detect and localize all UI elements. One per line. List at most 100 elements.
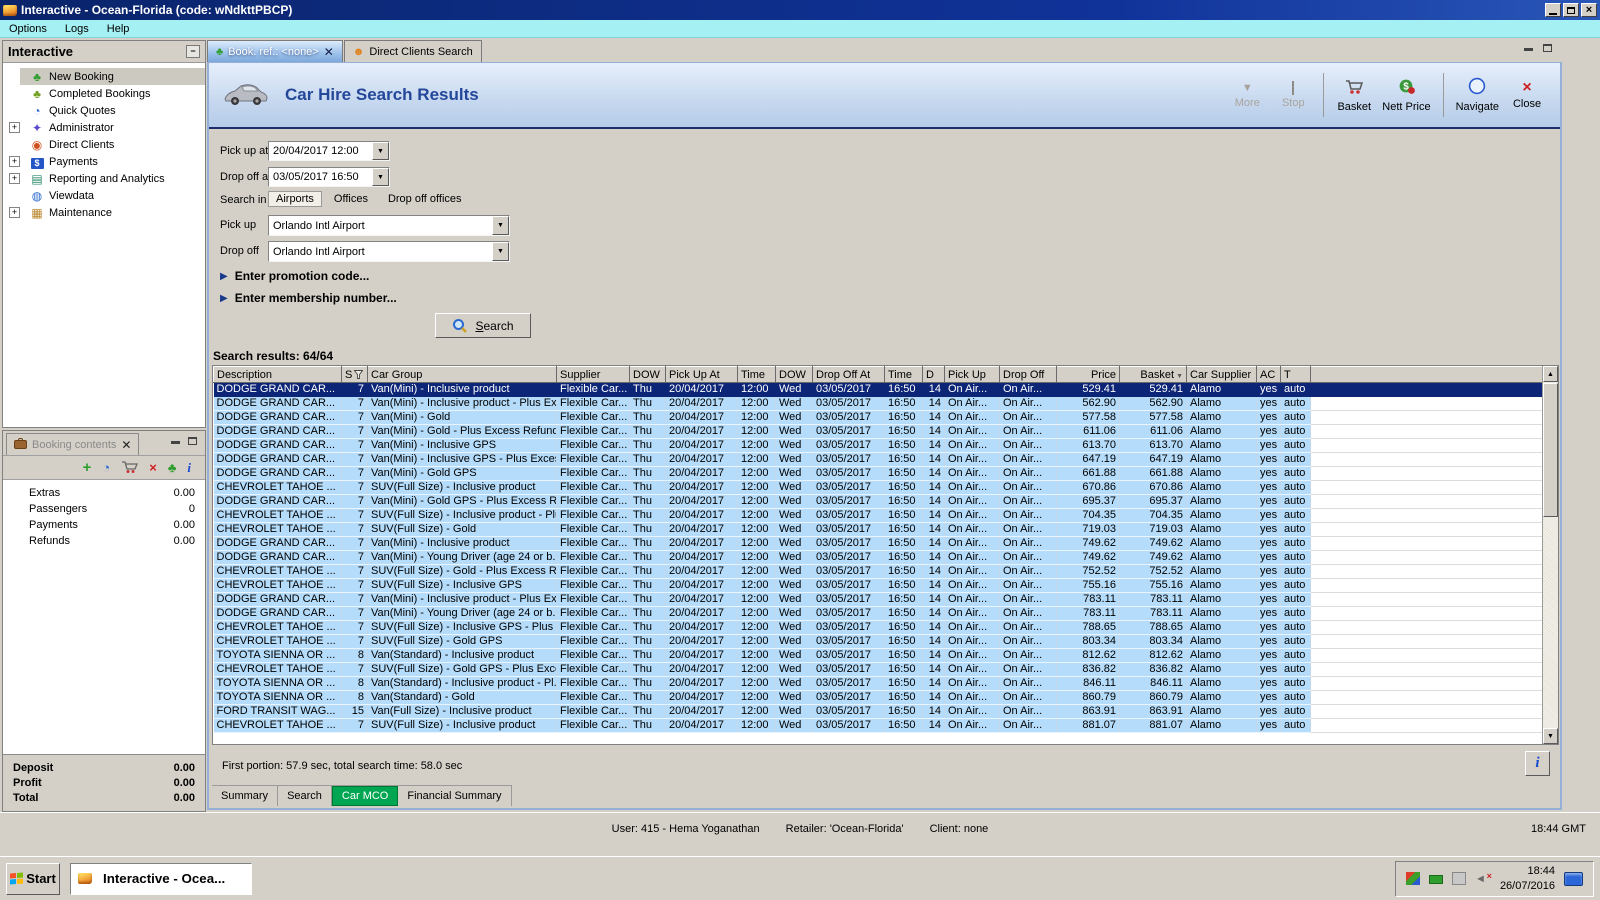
table-row[interactable]: FORD TRANSIT WAG... 15 Van(Full Size) - In…: [213, 704, 1545, 719]
column-header-dow-4[interactable]: DOW: [629, 366, 666, 383]
column-header-s-1[interactable]: S: [341, 366, 368, 383]
sidebar-item-quick-quotes[interactable]: ◔ Quick Quotes: [3, 102, 205, 119]
dropoff-at-field[interactable]: 03/05/2017 16:50 ▼: [268, 167, 390, 187]
sidebar-item-completed-bookings[interactable]: ♣ Completed Bookings: [3, 85, 205, 102]
close-button[interactable]: ×: [1581, 3, 1597, 17]
column-header-drop-off-at-8[interactable]: Drop Off At: [812, 366, 885, 383]
column-header-time-6[interactable]: Time: [737, 366, 776, 383]
column-header-t-17[interactable]: T: [1280, 366, 1311, 383]
column-header-car-supplier-15[interactable]: Car Supplier: [1186, 366, 1257, 383]
column-header-dow-7[interactable]: DOW: [775, 366, 813, 383]
table-row[interactable]: DODGE GRAND CAR... 7 Van(Mini) - Young Dri…: [213, 550, 1545, 565]
table-row[interactable]: DODGE GRAND CAR... 7 Van(Mini) - Gold GPS F…: [213, 466, 1545, 481]
search-in-option-airports[interactable]: Airports: [268, 191, 322, 207]
table-row[interactable]: CHEVROLET TAHOE ... 7 SUV(Full Size) - Inc…: [213, 508, 1545, 523]
membership-number-expander[interactable]: ▶ Enter membership number...: [220, 291, 397, 305]
column-header-description-0[interactable]: Description: [213, 366, 342, 383]
sidebar-item-maintenance[interactable]: + ▦ Maintenance: [3, 204, 205, 221]
show-desktop-icon[interactable]: [1564, 871, 1583, 886]
expand-icon[interactable]: +: [9, 122, 20, 133]
new-booking-icon[interactable]: ♣: [168, 461, 177, 474]
column-header-supplier-3[interactable]: Supplier: [556, 366, 630, 383]
navigate-button[interactable]: Navigate: [1451, 70, 1504, 120]
table-row[interactable]: TOYOTA SIENNA OR ... 8 Van(Standard) - Gol…: [213, 690, 1545, 705]
table-row[interactable]: DODGE GRAND CAR... 7 Van(Mini) - Gold Flexi…: [213, 410, 1545, 425]
view-tab-financial-summary[interactable]: Financial Summary: [398, 786, 512, 806]
antivirus-tray-icon[interactable]: [1405, 872, 1420, 885]
pickup-at-dropdown-button[interactable]: ▼: [372, 142, 389, 160]
search-in-option-offices[interactable]: Offices: [326, 191, 376, 207]
sidebar-item-viewdata[interactable]: ◍ Viewdata: [3, 187, 205, 204]
restore-panel-icon[interactable]: [1543, 44, 1552, 52]
table-row[interactable]: CHEVROLET TAHOE ... 7 SUV(Full Size) - Gol…: [213, 634, 1545, 649]
menu-help[interactable]: Help: [98, 20, 139, 37]
column-header-car-group-2[interactable]: Car Group: [367, 366, 557, 383]
close-tab-icon[interactable]: ✕: [324, 45, 334, 59]
column-header-d-10[interactable]: D: [922, 366, 945, 383]
table-row[interactable]: DODGE GRAND CAR... 7 Van(Mini) - Inclusive…: [213, 396, 1545, 411]
table-row[interactable]: DODGE GRAND CAR... 7 Van(Mini) - Inclusive…: [213, 592, 1545, 607]
taskbar-app-button[interactable]: Interactive - Ocea...: [70, 862, 252, 895]
view-tab-summary[interactable]: Summary: [212, 786, 279, 806]
minimize-panel-icon[interactable]: [171, 441, 180, 444]
menu-logs[interactable]: Logs: [56, 20, 98, 37]
scroll-up-button[interactable]: ▲: [1543, 366, 1558, 382]
nett-price-button[interactable]: $ Nett Price: [1377, 70, 1435, 120]
sidebar-item-new-booking[interactable]: ♣ New Booking: [3, 68, 205, 85]
search-in-option-drop-off-offices[interactable]: Drop off offices: [380, 191, 470, 207]
quote-icon[interactable]: ◔: [102, 461, 110, 474]
column-header-pick-up-11[interactable]: Pick Up: [944, 366, 1000, 383]
column-header-time-9[interactable]: Time: [884, 366, 923, 383]
table-row[interactable]: CHEVROLET TAHOE ... 7 SUV(Full Size) - Gol…: [213, 662, 1545, 677]
table-row[interactable]: CHEVROLET TAHOE ... 7 SUV(Full Size) - Inc…: [213, 480, 1545, 495]
view-tab-search[interactable]: Search: [278, 786, 332, 806]
column-header-drop-off-12[interactable]: Drop Off: [999, 366, 1057, 383]
pickup-at-field[interactable]: 20/04/2017 12:00 ▼: [268, 141, 390, 161]
search-button[interactable]: Search: [435, 313, 531, 338]
column-header-ac-16[interactable]: AC: [1256, 366, 1281, 383]
vertical-scrollbar[interactable]: ▲ ▼: [1542, 366, 1558, 744]
scrollbar-thumb[interactable]: [1543, 383, 1558, 517]
table-row[interactable]: DODGE GRAND CAR... 7 Van(Mini) - Inclusive…: [213, 382, 1545, 397]
view-tab-car-mco[interactable]: Car MCO: [331, 786, 399, 806]
table-row[interactable]: TOYOTA SIENNA OR ... 8 Van(Standard) - Inc…: [213, 676, 1545, 691]
table-row[interactable]: DODGE GRAND CAR... 7 Van(Mini) - Inclusive…: [213, 536, 1545, 551]
sidebar-item-reporting-and-analytics[interactable]: + ▤ Reporting and Analytics: [3, 170, 205, 187]
delete-icon[interactable]: ×: [149, 461, 157, 474]
tab-direct-clients-search[interactable]: ☻ Direct Clients Search: [343, 40, 482, 62]
pickup-dropdown-button[interactable]: ▼: [492, 216, 509, 235]
dropoff-location-field[interactable]: Orlando Intl Airport ▼: [268, 241, 510, 262]
sidebar-item-administrator[interactable]: + ✦ Administrator: [3, 119, 205, 136]
info-icon[interactable]: i: [187, 461, 191, 474]
dropoff-dropdown-button[interactable]: ▼: [492, 242, 509, 261]
table-row[interactable]: CHEVROLET TAHOE ... 7 SUV(Full Size) - Inc…: [213, 578, 1545, 593]
sidebar-item-payments[interactable]: + $ Payments: [3, 153, 205, 170]
table-row[interactable]: CHEVROLET TAHOE ... 7 SUV(Full Size) - Inc…: [213, 718, 1545, 733]
hardware-tray-icon[interactable]: [1451, 872, 1466, 885]
info-button[interactable]: i: [1525, 751, 1550, 776]
network-card-tray-icon[interactable]: [1428, 875, 1443, 884]
column-header-pick-up-at-5[interactable]: Pick Up At: [665, 366, 738, 383]
table-row[interactable]: DODGE GRAND CAR... 7 Van(Mini) - Young Dri…: [213, 606, 1545, 621]
table-row[interactable]: DODGE GRAND CAR... 7 Van(Mini) - Gold - Pl…: [213, 424, 1545, 439]
add-icon[interactable]: +: [83, 460, 92, 475]
menu-options[interactable]: Options: [0, 20, 56, 37]
expand-icon[interactable]: +: [9, 173, 20, 184]
minimize-panel-icon[interactable]: [1524, 48, 1533, 51]
transfer-to-basket-icon[interactable]: [121, 460, 139, 476]
scroll-down-button[interactable]: ▼: [1543, 728, 1558, 744]
close-tab-icon[interactable]: ✕: [121, 438, 131, 452]
start-button[interactable]: Start: [6, 862, 60, 895]
table-row[interactable]: DODGE GRAND CAR... 7 Van(Mini) - Gold GPS …: [213, 494, 1545, 509]
pickup-location-field[interactable]: Orlando Intl Airport ▼: [268, 215, 510, 236]
minimize-button[interactable]: [1545, 3, 1561, 17]
dropoff-at-dropdown-button[interactable]: ▼: [372, 168, 389, 186]
maximize-panel-icon[interactable]: [188, 437, 197, 445]
table-row[interactable]: CHEVROLET TAHOE ... 7 SUV(Full Size) - Gol…: [213, 522, 1545, 537]
close-button[interactable]: × Close: [1504, 70, 1550, 120]
column-header-price-13[interactable]: Price: [1056, 366, 1120, 383]
basket-button[interactable]: Basket: [1331, 70, 1377, 120]
sidebar-item-direct-clients[interactable]: ◉ Direct Clients: [3, 136, 205, 153]
table-row[interactable]: DODGE GRAND CAR... 7 Van(Mini) - Inclusive…: [213, 438, 1545, 453]
table-row[interactable]: CHEVROLET TAHOE ... 7 SUV(Full Size) - Inc…: [213, 620, 1545, 635]
